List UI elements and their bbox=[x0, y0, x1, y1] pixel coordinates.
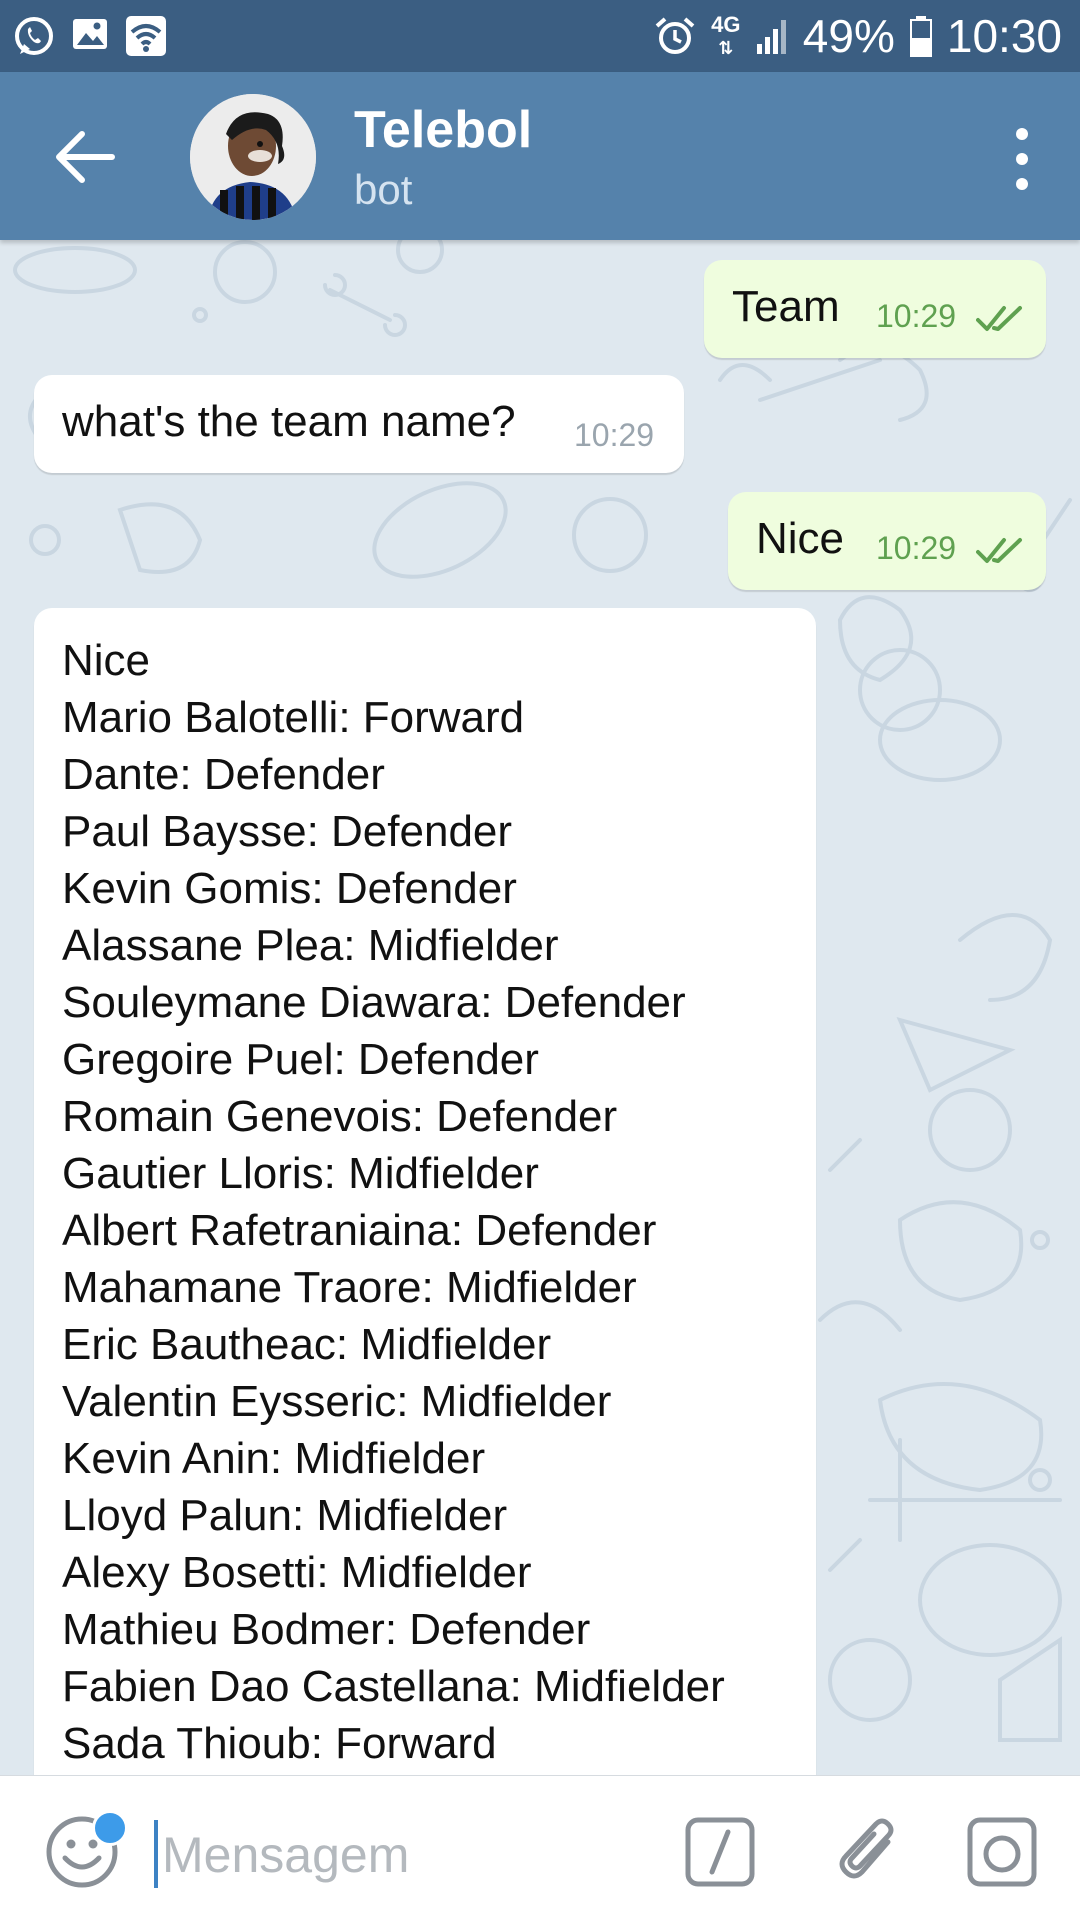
message-time: 10:29 bbox=[574, 417, 655, 453]
incoming-message-team-list[interactable]: Nice Mario Balotelli: Forward Dante: Def… bbox=[34, 608, 816, 1775]
outgoing-message[interactable]: Nice 10:29 bbox=[728, 492, 1046, 590]
notification-dot bbox=[92, 1810, 128, 1846]
clock: 10:30 bbox=[946, 10, 1062, 62]
chat-subtitle: bot bbox=[354, 166, 413, 213]
outgoing-message[interactable]: Team 10:29 bbox=[704, 260, 1046, 358]
text-cursor bbox=[154, 1820, 158, 1888]
roster-line: Kevin Anin: Midfielder bbox=[62, 1434, 486, 1483]
roster-line: Romain Genevois: Defender bbox=[62, 1092, 618, 1141]
roster-line: Mahamane Traore: Midfielder bbox=[62, 1263, 637, 1312]
roster-line: Sada Thioub: Forward bbox=[62, 1719, 497, 1768]
chat-title[interactable]: Telebol bbox=[354, 100, 532, 160]
message-text: what's the team name? bbox=[62, 397, 516, 446]
message-composer bbox=[0, 1775, 1080, 1920]
roster-line: Gautier Lloris: Midfielder bbox=[62, 1149, 539, 1198]
status-bar: 4G ⇅ 49% 10:30 bbox=[0, 0, 1080, 72]
more-vertical-icon[interactable] bbox=[1004, 124, 1040, 194]
wifi-icon bbox=[126, 16, 166, 56]
message-input[interactable] bbox=[160, 1816, 644, 1894]
chat-header: Telebol bot bbox=[0, 72, 1080, 240]
roster-line: Paul Baysse: Defender bbox=[62, 807, 513, 856]
avatar[interactable] bbox=[190, 94, 316, 220]
roster-line: Nice bbox=[62, 636, 151, 685]
battery-icon bbox=[909, 16, 932, 57]
status-bar-system: 4G ⇅ 49% 10:30 bbox=[653, 8, 1062, 64]
roster-line: Alexy Bosetti: Midfielder bbox=[62, 1548, 532, 1597]
status-bar-notifications bbox=[12, 14, 168, 58]
gallery-icon bbox=[73, 19, 107, 49]
message-text: Nice bbox=[756, 514, 845, 563]
camera-icon[interactable] bbox=[966, 1816, 1038, 1888]
signal-icon bbox=[756, 20, 786, 54]
read-checkmarks-icon bbox=[976, 538, 1022, 563]
alarm-icon bbox=[655, 17, 695, 54]
bot-command-icon[interactable] bbox=[684, 1816, 756, 1888]
roster-line: Kevin Gomis: Defender bbox=[62, 864, 517, 913]
whatsapp-icon bbox=[15, 17, 53, 55]
roster-line: Mathieu Bodmer: Defender bbox=[62, 1605, 591, 1654]
roster-line: Fabien Dao Castellana: Midfielder bbox=[62, 1662, 725, 1711]
message-time: 10:29 bbox=[876, 298, 957, 334]
arrow-left-icon[interactable] bbox=[50, 122, 120, 192]
roster-line: Albert Rafetraniaina: Defender bbox=[62, 1206, 657, 1255]
roster-line: Mario Balotelli: Forward bbox=[62, 693, 525, 742]
roster-line: Lloyd Palun: Midfielder bbox=[62, 1491, 508, 1540]
paperclip-icon[interactable] bbox=[830, 1812, 910, 1892]
network-type: 4G ⇅ bbox=[711, 11, 741, 58]
message-time: 10:29 bbox=[876, 530, 957, 566]
roster-line: Souleymane Diawara: Defender bbox=[62, 978, 686, 1027]
message-text: Team bbox=[732, 282, 840, 331]
telegram-chat-screen: 4G ⇅ 49% 10:30 Telebol bot Team 10:29 wh… bbox=[0, 0, 1080, 1920]
message-list[interactable]: Team 10:29 what's the team name? 10:29 N… bbox=[0, 240, 1080, 1775]
incoming-message[interactable]: what's the team name? 10:29 bbox=[34, 375, 684, 473]
battery-percentage: 49% bbox=[802, 10, 895, 62]
read-checkmarks-icon bbox=[976, 306, 1022, 331]
roster-line: Alassane Plea: Midfielder bbox=[62, 921, 559, 970]
team-roster: Nice Mario Balotelli: Forward Dante: Def… bbox=[62, 632, 725, 1772]
roster-line: Gregoire Puel: Defender bbox=[62, 1035, 539, 1084]
roster-line: Dante: Defender bbox=[62, 750, 385, 799]
roster-line: Valentin Eysseric: Midfielder bbox=[62, 1377, 612, 1426]
roster-line: Eric Bautheac: Midfielder bbox=[62, 1320, 552, 1369]
